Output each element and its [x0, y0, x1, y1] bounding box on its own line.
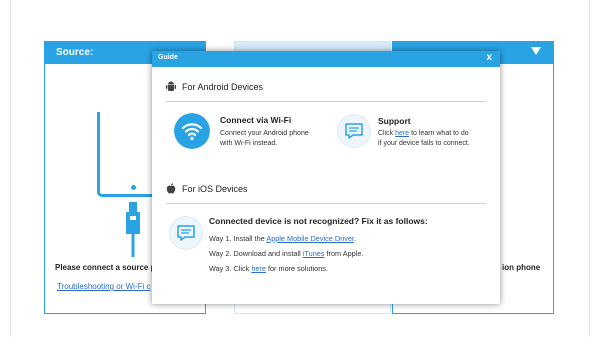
support-text-post: to learn what to do — [409, 130, 469, 137]
close-button[interactable]: x — [486, 52, 492, 63]
chat-bubble-icon — [337, 114, 371, 148]
support-desc-line2: if your device fails to connect. — [378, 140, 470, 147]
way-1-post: . — [353, 234, 356, 243]
way-3-pre: Way 3. Click — [209, 264, 252, 273]
way-2-pre: Way 2. Download and install — [209, 249, 303, 258]
phone-home-button — [131, 185, 136, 190]
wifi-desc-line2: with Wi-Fi instead. — [220, 140, 278, 147]
chevron-down-icon[interactable] — [531, 47, 541, 55]
android-section-title: For Android Devices — [166, 81, 263, 92]
window-border-right — [589, 0, 590, 337]
divider — [166, 101, 486, 102]
source-panel-title: Source: — [56, 47, 94, 58]
dialog-header: Guide x — [152, 51, 500, 67]
wifi-desc-line1: Connect your Android phone — [220, 130, 309, 137]
dialog-body: For Android Devices Connect via Wi-Fi Co… — [152, 67, 500, 304]
connect-destination-text: ion phone — [502, 263, 541, 272]
support-desc-line1: Click here to learn what to do — [378, 129, 469, 139]
ios-section-label: For iOS Devices — [182, 184, 248, 194]
way-3-post: for more solutions. — [265, 264, 328, 273]
wifi-heading[interactable]: Connect via Wi-Fi — [220, 115, 291, 125]
way-1-pre: Way 1. Install the — [209, 234, 267, 243]
divider — [166, 203, 486, 204]
connect-source-text: Please connect a source ph — [55, 263, 161, 272]
ios-section-title: For iOS Devices — [166, 183, 248, 194]
usb-cable-icon — [126, 202, 140, 257]
way-1-text: Way 1. Install the Apple Mobile Device D… — [209, 234, 356, 243]
itunes-link[interactable]: iTunes — [303, 249, 325, 258]
apple-driver-link[interactable]: Apple Mobile Device Driver — [266, 234, 354, 243]
guide-dialog: Guide x For Android Devices Connect via … — [152, 51, 500, 304]
troubleshooting-link[interactable]: Troubleshooting or Wi-Fi c — [57, 282, 151, 291]
way-2-text: Way 2. Download and install iTunes from … — [209, 249, 363, 258]
android-section-label: For Android Devices — [182, 82, 264, 92]
ios-fix-heading: Connected device is not recognized? Fix … — [209, 216, 428, 226]
android-icon — [166, 81, 176, 91]
way-3-text: Way 3. Click here for more solutions. — [209, 264, 328, 273]
chat-bubble-icon — [169, 216, 203, 250]
support-heading: Support — [378, 116, 411, 126]
support-text-pre: Click — [378, 130, 396, 137]
support-here-link[interactable]: here — [395, 130, 409, 137]
more-solutions-link[interactable]: here — [251, 264, 266, 273]
apple-icon — [166, 183, 176, 194]
way-2-post: from Apple. — [324, 249, 364, 258]
window-border-left — [10, 0, 11, 337]
wifi-icon[interactable] — [174, 113, 210, 149]
dialog-title: Guide — [158, 54, 178, 61]
